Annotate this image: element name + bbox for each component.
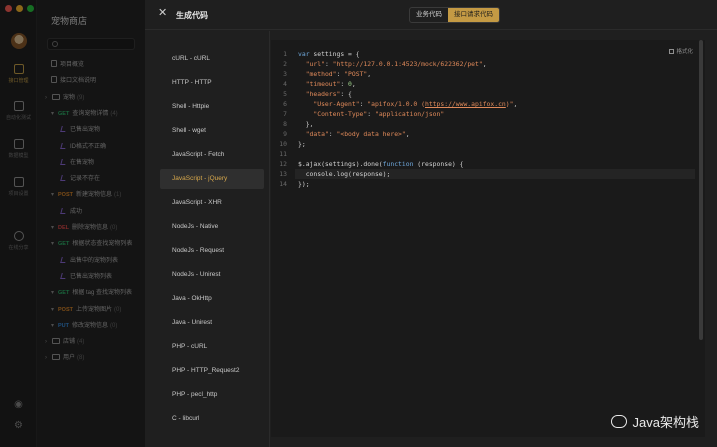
code-line: "timeout": 0, xyxy=(305,80,356,88)
line-number: 9 xyxy=(283,130,287,138)
language-option[interactable]: C - libcurl xyxy=(160,409,264,429)
tab-request-code[interactable]: 接口请求代码 xyxy=(448,8,499,22)
code-line: var settings = { xyxy=(298,50,360,58)
drawer-header: ✕ 生成代码 业务代码 接口请求代码 xyxy=(145,0,717,30)
line-number: 4 xyxy=(283,80,287,88)
language-option[interactable]: PHP - cURL xyxy=(160,337,264,357)
close-icon[interactable]: ✕ xyxy=(158,8,168,19)
line-number: 7 xyxy=(283,110,287,118)
language-option[interactable]: Shell - wget xyxy=(160,121,264,141)
line-number: 14 xyxy=(279,180,287,188)
code-scrollbar[interactable] xyxy=(699,40,703,340)
language-option[interactable]: cURL - cURL xyxy=(160,49,264,69)
drawer-title: 生成代码 xyxy=(176,11,208,20)
code-line: }, xyxy=(298,120,314,128)
format-label: 格式化 xyxy=(676,49,693,55)
language-option[interactable]: JavaScript - jQuery xyxy=(160,169,264,189)
modal-backdrop[interactable] xyxy=(0,0,145,447)
line-number: 12 xyxy=(279,160,287,168)
code-editor[interactable]: 格式化 1 var settings = { 2 "url": "http://12… xyxy=(271,40,705,437)
line-number: 11 xyxy=(279,150,287,158)
language-option[interactable]: JavaScript - Fetch xyxy=(160,145,264,165)
tab-business-code[interactable]: 业务代码 xyxy=(410,8,448,22)
line-number: 1 xyxy=(283,50,287,58)
code-line: "url": "http://127.0.0.1:4523/mock/62236… xyxy=(305,60,487,68)
language-option[interactable]: JavaScript - XHR xyxy=(160,193,264,213)
watermark: Java架构栈 xyxy=(610,412,699,431)
language-list: cURL - cURL HTTP - HTTP Shell - Httpie Shel… xyxy=(145,31,270,447)
language-option[interactable]: Java - Unirest xyxy=(160,313,264,333)
watermark-text: Java架构栈 xyxy=(632,415,699,430)
format-icon xyxy=(669,49,675,54)
line-number: 5 xyxy=(283,90,287,98)
line-number: 13 xyxy=(279,170,287,178)
language-option[interactable]: NodeJs - Native xyxy=(160,217,264,237)
wechat-icon xyxy=(610,415,627,428)
line-number: 6 xyxy=(283,100,287,108)
language-option[interactable]: Shell - Httpie xyxy=(160,97,264,117)
code-line: "data": "<body data here>", xyxy=(305,130,410,138)
line-number: 3 xyxy=(283,70,287,78)
line-number: 8 xyxy=(283,120,287,128)
code-line: "method": "POST", xyxy=(305,70,372,78)
language-option[interactable]: PHP - HTTP_Request2 xyxy=(160,361,264,381)
language-option[interactable]: HTTP - HTTP xyxy=(160,73,264,93)
code-line: console.log(response); xyxy=(298,170,391,178)
line-number: 2 xyxy=(283,60,287,68)
code-line: $.ajax(settings).done(function (response… xyxy=(298,160,464,168)
language-option[interactable]: NodeJs - Request xyxy=(160,241,264,261)
format-button[interactable]: 格式化 xyxy=(669,47,693,55)
code-line: }); xyxy=(298,180,310,188)
generate-code-drawer: ✕ 生成代码 业务代码 接口请求代码 cURL - cURL HTTP - HTT… xyxy=(145,0,717,447)
code-line: }; xyxy=(298,140,306,148)
language-option[interactable]: NodeJs - Unirest xyxy=(160,265,264,285)
code-line: "Content-Type": "application/json" xyxy=(313,110,445,118)
code-line: "headers": { xyxy=(305,90,352,98)
language-option[interactable]: Java - OkHttp xyxy=(160,289,264,309)
language-option[interactable]: PHP - pecl_http xyxy=(160,385,264,405)
code-line: "User-Agent": "apifox/1.0.0 (https://www… xyxy=(313,100,518,108)
line-number: 10 xyxy=(279,140,287,148)
code-type-tabs: 业务代码 接口请求代码 xyxy=(409,7,500,23)
